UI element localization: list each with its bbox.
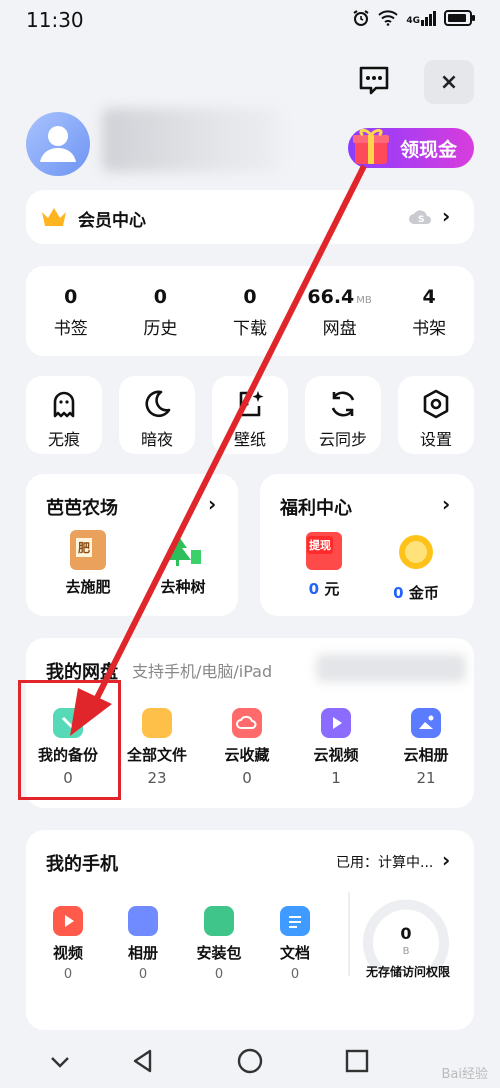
fertilize-item[interactable]: 肥 去施肥 [46,530,130,597]
storage-note: 无存储访问权限 [366,965,451,979]
tree-icon [165,534,201,566]
back-icon[interactable] [130,1048,156,1074]
video-icon [53,906,83,936]
album-icon [128,906,158,936]
status-icons: 4G [352,9,476,27]
my-phone-card: 我的手机 已用：计算中... › 视频 0 相册 0 安装包 0 文档 0 0 … [26,830,474,1030]
system-nav-bar [0,1036,500,1088]
storage-usage-text[interactable]: 已用：计算中... [336,852,433,872]
status-bar: 11:30 4G [0,0,500,40]
gift-icon [353,128,389,164]
battery-icon [444,10,475,26]
annotation-highlight-box [18,680,121,800]
tool-wallpaper[interactable]: 壁纸 [212,376,288,454]
username-redacted [102,108,280,172]
claim-cash-button[interactable]: 领现金 [348,128,474,168]
welfare-title: 福利中心 [280,498,352,519]
stat-downloads[interactable]: 0 下载 [205,266,295,356]
crown-icon [42,208,66,226]
status-time: 11:30 [26,8,84,32]
my-phone-title: 我的手机 [46,854,118,875]
alarm-icon [353,10,369,26]
wifi-icon [378,10,399,26]
user-icon [40,126,76,162]
chevron-right-icon: › [442,492,451,516]
photo-icon [411,708,441,738]
avatar[interactable] [26,112,90,176]
svg-text:S: S [418,215,424,225]
close-button[interactable]: × [424,60,474,104]
cloud-disk-subtitle: 支持手机/电脑/iPad [132,662,273,681]
storage-value: 0 [400,924,412,943]
document-icon [280,906,310,936]
ghost-icon [53,391,75,418]
cloud-item-all-files[interactable]: 全部文件 23 [117,708,197,787]
stats-row: 0 书签 0 历史 0 下载 66.4 MB 网盘 4 书架 [26,266,474,356]
chevron-right-icon: › [208,492,217,516]
tool-cloud-sync[interactable]: 云同步 [305,376,381,454]
wallpaper-icon [239,391,264,417]
cloud-item-videos[interactable]: 云视频 1 [296,708,376,787]
recents-icon[interactable] [344,1048,370,1074]
tool-incognito[interactable]: 无痕 [26,376,102,454]
chevron-down-icon[interactable] [48,1050,72,1074]
folder-icon [142,708,172,738]
play-icon [321,708,351,738]
signal-icon: 4G [406,10,436,26]
fertilizer-icon: 肥 [70,530,106,570]
farm-title: 芭芭农场 [46,498,118,519]
claim-cash-label: 领现金 [400,138,458,161]
android-icon [204,906,234,936]
stat-cloud-disk[interactable]: 66.4 MB 网盘 [295,266,385,356]
cloud-item-album[interactable]: 云相册 21 [386,708,466,787]
chevron-right-icon[interactable]: › [442,848,450,872]
watermark: Bai经验 [441,1067,489,1082]
vip-center-row[interactable]: 会员中心 S › [26,190,474,244]
moon-icon [145,390,171,418]
stat-bookshelf[interactable]: 4 书架 [384,266,474,356]
cloud-favorite-icon [232,708,262,738]
coin-icon [399,535,433,569]
welfare-center-card[interactable]: 福利中心 › 提现 0 元 0 金币 [260,474,474,616]
phone-item-album[interactable]: 相册 0 [111,906,175,982]
settings-icon [423,389,449,419]
phone-item-videos[interactable]: 视频 0 [36,906,100,982]
withdraw-cash-item[interactable]: 提现 0 元 [286,532,362,599]
chevron-right-icon: › [442,204,451,228]
stat-bookmarks[interactable]: 0 书签 [26,266,116,356]
cloud-s-icon: S [409,210,431,225]
chat-bubble-icon [359,66,389,95]
red-envelope-icon: 提现 [306,532,342,570]
cloud-item-favorites[interactable]: 云收藏 0 [207,708,287,787]
sync-icon [331,391,355,417]
storage-unit: B [402,946,410,957]
stat-history[interactable]: 0 历史 [116,266,206,356]
vip-center-label: 会员中心 [78,211,146,231]
tool-settings[interactable]: 设置 [398,376,474,454]
phone-item-documents[interactable]: 文档 0 [263,906,327,982]
message-button[interactable] [356,62,392,98]
gold-coin-item[interactable]: 0 金币 [378,532,454,603]
tool-night-mode[interactable]: 暗夜 [119,376,195,454]
phone-item-apk[interactable]: 安装包 0 [187,906,251,982]
home-icon[interactable] [236,1047,264,1075]
redacted-info [316,654,466,682]
plant-tree-item[interactable]: 去种树 [138,530,228,597]
baba-farm-card[interactable]: 芭芭农场 › 肥 去施肥 去种树 [26,474,238,616]
